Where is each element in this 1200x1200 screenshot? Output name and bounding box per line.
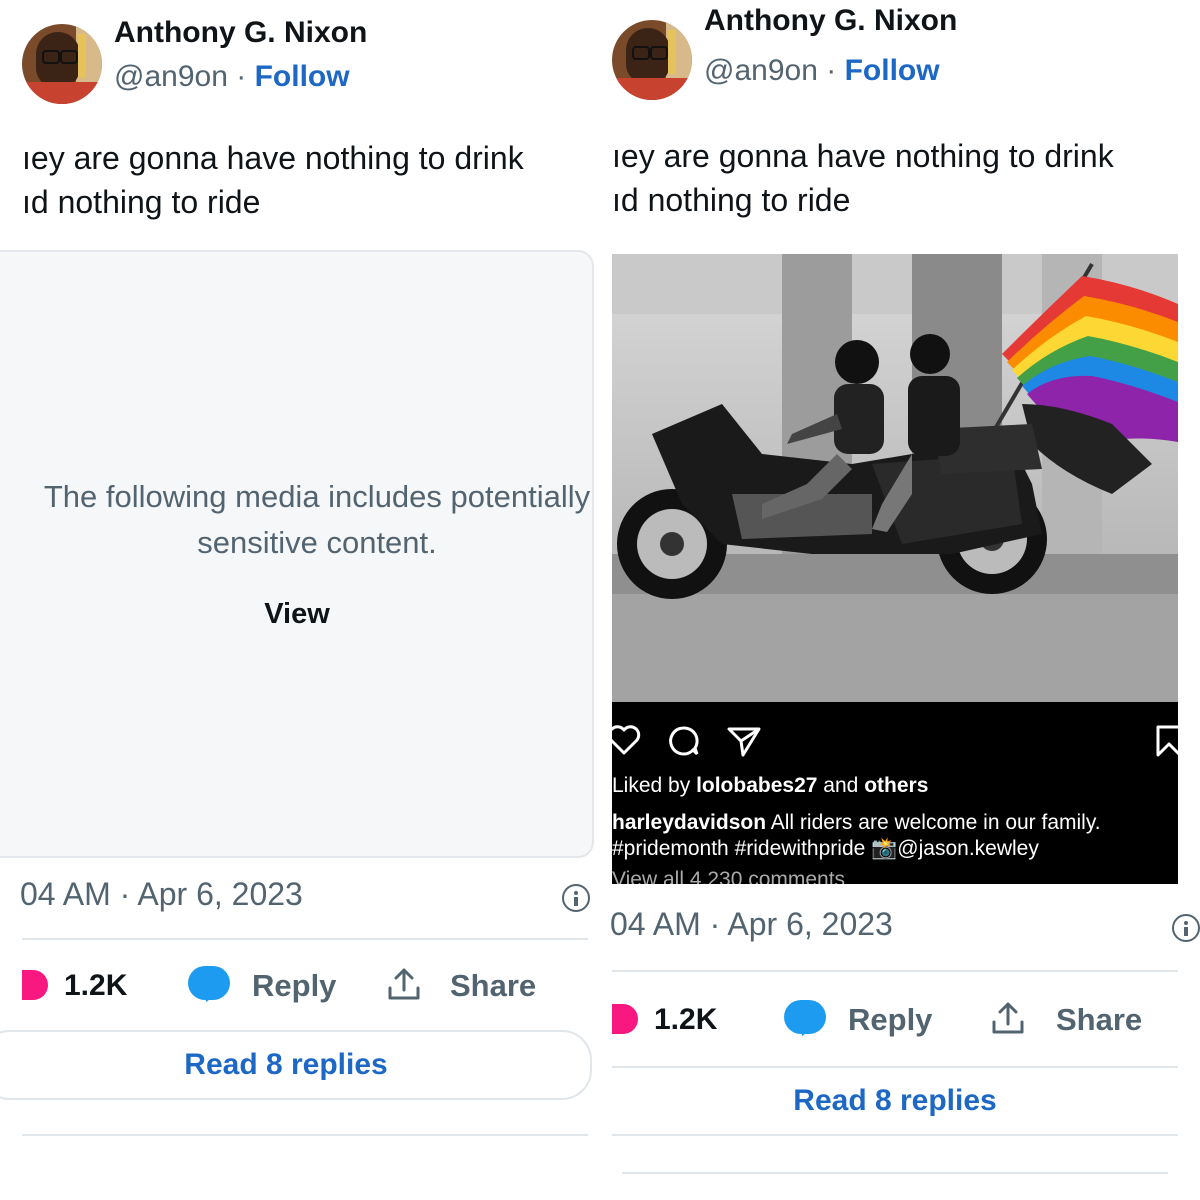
ig-caption-user[interactable]: harleydavidson [612,811,766,834]
photo-illustration [612,254,1178,702]
motorcycle-pride-photo[interactable] [612,254,1178,702]
sensitive-warning-text: The following media includes potentially… [43,479,591,560]
info-icon[interactable] [562,884,590,912]
sensitive-media-placeholder[interactable]: The following media includes potentially… [0,250,594,858]
ig-caption-tags[interactable]: #pridemonth #ridewithpride 📸@jason.kewle… [612,836,1101,862]
like-count[interactable]: 1.2K [654,1003,717,1037]
author-handle[interactable]: @an9on [114,60,228,93]
reply-bubble-icon[interactable] [188,966,230,1000]
follow-button[interactable]: Follow [255,60,350,93]
ig-liked-by: Liked by lolobabes27 and others [612,774,929,797]
tweet-text: ıey are gonna have nothing to drink ıd n… [22,136,524,224]
reply-bubble-icon[interactable] [784,1000,826,1034]
ig-view-all-comments[interactable]: View all 4,230 comments [612,868,845,884]
like-count[interactable]: 1.2K [64,969,127,1003]
separator: · [826,54,837,87]
view-button[interactable]: View [222,598,372,631]
share-button[interactable]: Share [1056,1002,1142,1038]
tweet-text-line-2: ıd nothing to ride [612,182,851,218]
heart-icon[interactable] [612,1004,638,1034]
tweet-text-line-1: ıey are gonna have nothing to drink [612,138,1114,174]
instagram-embed-footer: Liked by lolobabes27 and others harleyda… [612,702,1178,884]
tweet-timestamp[interactable]: 04 AM · Apr 6, 2023 [20,876,303,913]
bookmark-icon[interactable] [1154,724,1178,758]
tweet-timestamp[interactable]: 04 AM · Apr 6, 2023 [610,906,893,943]
follow-button[interactable]: Follow [845,54,940,87]
avatar[interactable] [22,24,102,104]
tweet-text-line-1: ıey are gonna have nothing to drink [22,140,524,176]
comment-icon[interactable] [666,724,700,758]
info-icon[interactable] [1172,914,1200,942]
read-replies-button[interactable]: Read 8 replies [612,1068,1178,1136]
reply-button[interactable]: Reply [848,1002,932,1038]
left-screenshot: Anthony G. Nixon @an9on · Follow ıey are… [0,0,600,1200]
handle-line: @an9on · Follow [114,60,350,94]
read-replies-button[interactable]: Read 8 replies [0,1030,592,1100]
ig-caption: harleydavidson All riders are welcome in… [612,810,1101,862]
ig-liked-others[interactable]: others [864,774,928,797]
heart-icon[interactable] [22,970,48,1000]
divider [622,1172,1168,1174]
avatar[interactable] [612,20,692,100]
author-handle[interactable]: @an9on [704,54,818,87]
tweet-text-line-2: ıd nothing to ride [22,184,261,220]
right-screenshot: Anthony G. Nixon @an9on · Follow ıey are… [600,0,1200,1200]
divider [22,938,588,940]
share-icon[interactable] [386,966,422,1002]
ig-caption-text: All riders are welcome in our family. [770,811,1101,834]
ig-liked-user[interactable]: lolobabes27 [696,774,817,797]
share-icon[interactable] [990,1000,1026,1036]
tweet-text: ıey are gonna have nothing to drink ıd n… [612,134,1114,222]
author-name[interactable]: Anthony G. Nixon [114,16,367,50]
divider [22,1134,588,1136]
author-name[interactable]: Anthony G. Nixon [704,4,957,38]
divider [612,970,1178,972]
send-icon[interactable] [726,724,762,758]
separator: · [236,60,247,93]
heart-outline-icon[interactable] [612,724,642,756]
reply-button[interactable]: Reply [252,968,336,1004]
share-button[interactable]: Share [450,968,536,1004]
handle-line: @an9on · Follow [704,54,940,88]
